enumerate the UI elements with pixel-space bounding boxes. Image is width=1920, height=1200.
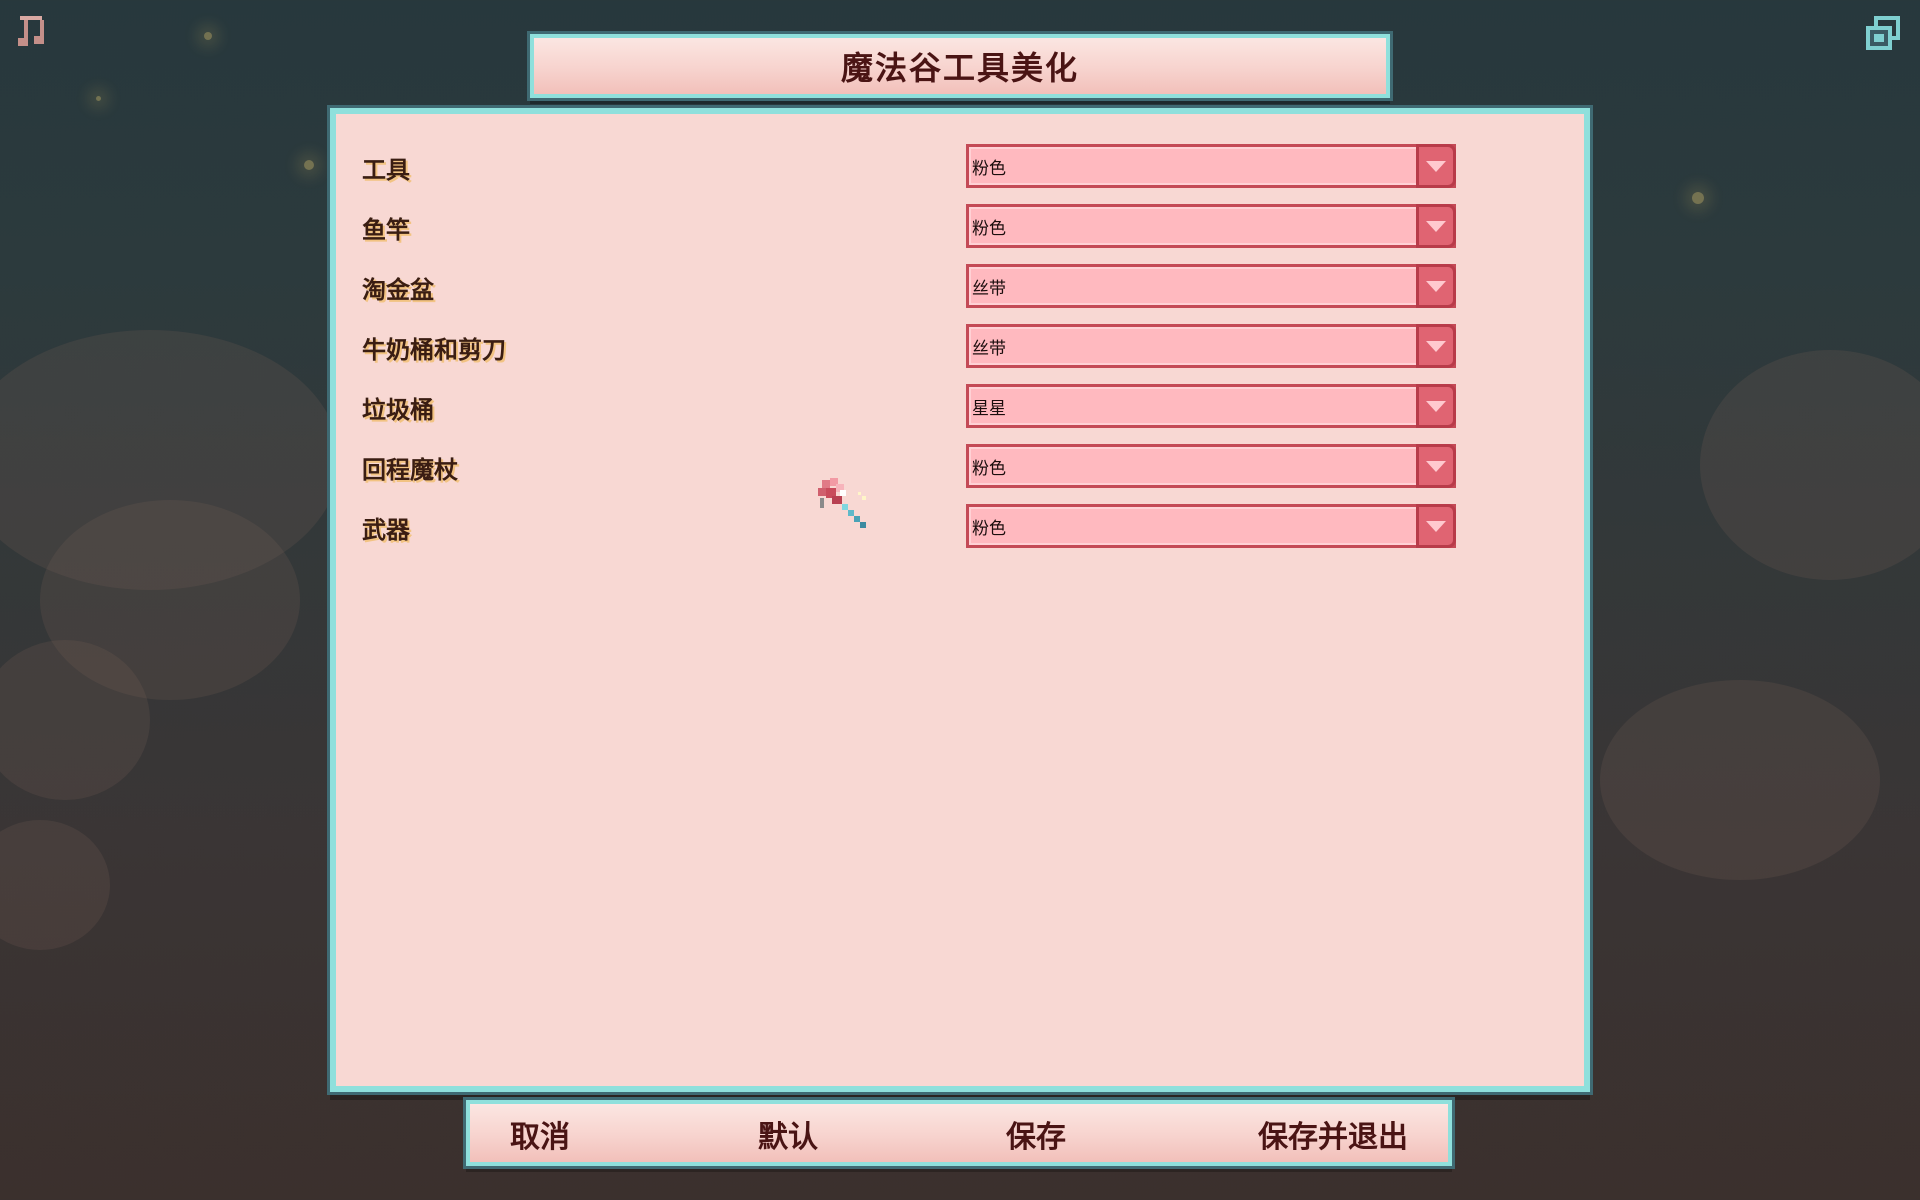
star-decoration [204, 32, 212, 40]
default-button[interactable]: 默认 [752, 1112, 824, 1156]
chevron-down-icon[interactable] [1416, 204, 1456, 248]
music-note-icon[interactable] [14, 12, 54, 52]
chevron-down-icon[interactable] [1416, 384, 1456, 428]
cloud-decoration [1600, 680, 1880, 880]
setting-row-milk-pail-shears: 牛奶桶和剪刀 丝带 [336, 324, 1584, 370]
setting-label: 垃圾桶 [362, 396, 434, 424]
setting-label: 牛奶桶和剪刀 [362, 336, 506, 364]
dropdown-value: 丝带 [972, 278, 1006, 299]
milk-pail-shears-dropdown[interactable]: 丝带 [966, 324, 1456, 368]
cloud-decoration [1700, 350, 1920, 580]
title-bar: 魔法谷工具美化 [527, 31, 1393, 101]
dropdown-value: 粉色 [972, 458, 1006, 479]
return-scepter-dropdown[interactable]: 粉色 [966, 444, 1456, 488]
setting-row-return-scepter: 回程魔杖 粉色 [336, 444, 1584, 490]
chevron-down-icon[interactable] [1416, 324, 1456, 368]
cancel-button[interactable]: 取消 [504, 1112, 576, 1156]
dropdown-value: 星星 [972, 398, 1006, 419]
weapons-dropdown[interactable]: 粉色 [966, 504, 1456, 548]
dropdown-value: 粉色 [972, 158, 1006, 179]
save-and-exit-button[interactable]: 保存并退出 [1252, 1112, 1414, 1156]
action-bar: 取消 默认 保存 保存并退出 [463, 1097, 1455, 1169]
chevron-down-icon[interactable] [1416, 264, 1456, 308]
page-title: 魔法谷工具美化 [840, 49, 1079, 87]
tools-dropdown[interactable]: 粉色 [966, 144, 1456, 188]
window-mode-icon[interactable] [1864, 14, 1904, 54]
save-button[interactable]: 保存 [1000, 1112, 1072, 1156]
setting-row-pan: 淘金盆 丝带 [336, 264, 1584, 310]
setting-row-weapons: 武器 粉色 [336, 504, 1584, 550]
setting-label: 鱼竿 [362, 216, 410, 244]
dropdown-value: 粉色 [972, 218, 1006, 239]
setting-row-tools: 工具 粉色 [336, 144, 1584, 190]
fishing-rod-dropdown[interactable]: 粉色 [966, 204, 1456, 248]
chevron-down-icon[interactable] [1416, 504, 1456, 548]
cloud-decoration [0, 820, 110, 950]
dropdown-value: 丝带 [972, 338, 1006, 359]
chevron-down-icon[interactable] [1416, 144, 1456, 188]
star-decoration [96, 96, 101, 101]
setting-label: 武器 [362, 516, 410, 544]
setting-row-fishing-rod: 鱼竿 粉色 [336, 204, 1584, 250]
wand-preview-icon [814, 474, 874, 534]
settings-panel: 工具 粉色 鱼竿 粉色 淘金盆 丝带 牛奶桶和剪刀 丝带 垃圾桶 星星 回程魔杖… [327, 105, 1593, 1095]
trash-can-dropdown[interactable]: 星星 [966, 384, 1456, 428]
setting-label: 回程魔杖 [362, 456, 458, 484]
dropdown-value: 粉色 [972, 518, 1006, 539]
setting-row-trash-can: 垃圾桶 星星 [336, 384, 1584, 430]
setting-label: 工具 [362, 156, 410, 184]
pan-dropdown[interactable]: 丝带 [966, 264, 1456, 308]
star-decoration [1692, 192, 1704, 204]
chevron-down-icon[interactable] [1416, 444, 1456, 488]
star-decoration [304, 160, 314, 170]
setting-label: 淘金盆 [362, 276, 434, 304]
